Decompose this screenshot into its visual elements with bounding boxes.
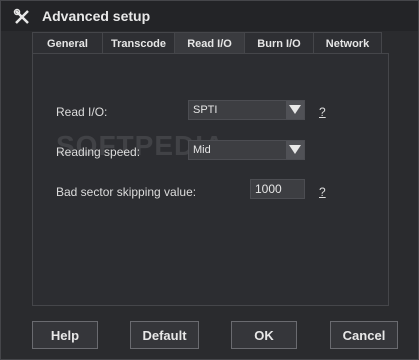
bad-sector-input[interactable]: 1000 — [250, 179, 305, 199]
triangle-down-icon — [286, 101, 304, 119]
reading-speed-label: Reading speed: — [56, 145, 141, 159]
tab-general[interactable]: General — [32, 32, 103, 54]
title-bar: Advanced setup — [1, 1, 418, 31]
default-button[interactable]: Default — [130, 321, 199, 349]
tab-burn-io[interactable]: Burn I/O — [244, 32, 314, 54]
read-io-label: Read I/O: — [56, 105, 108, 119]
window-title: Advanced setup — [42, 8, 151, 24]
reading-speed-value: Mid — [193, 144, 211, 156]
advanced-setup-window: Advanced setup General Transcode Read I/… — [0, 0, 419, 360]
tab-transcode[interactable]: Transcode — [102, 32, 175, 54]
tab-strip: General Transcode Read I/O Burn I/O Netw… — [32, 32, 382, 55]
tools-icon — [13, 8, 29, 24]
ok-button[interactable]: OK — [231, 321, 297, 349]
tab-read-io[interactable]: Read I/O — [174, 32, 245, 55]
triangle-down-icon — [286, 141, 304, 159]
read-io-panel: SOFTPEDIA Read I/O: SPTI ? Reading speed… — [32, 53, 389, 306]
help-button[interactable]: Help — [32, 321, 98, 349]
read-io-help-link[interactable]: ? — [319, 105, 326, 119]
read-io-select[interactable]: SPTI — [188, 100, 305, 120]
bad-sector-label: Bad sector skipping value: — [56, 185, 197, 199]
bad-sector-help-link[interactable]: ? — [319, 185, 326, 199]
cancel-button[interactable]: Cancel — [330, 321, 398, 349]
tab-network[interactable]: Network — [313, 32, 382, 54]
reading-speed-select[interactable]: Mid — [188, 140, 305, 160]
read-io-value: SPTI — [193, 104, 218, 116]
